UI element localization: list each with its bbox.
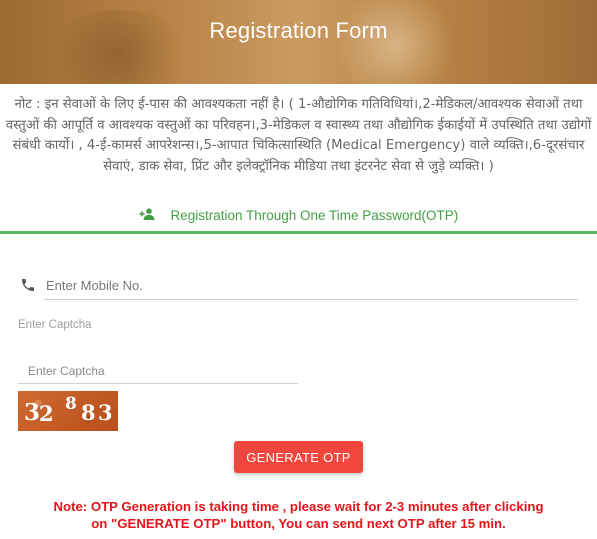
captcha-char: 3 [24, 399, 41, 426]
otp-warning-line: on "GENERATE OTP" button, You can send n… [91, 515, 506, 531]
tab-otp-registration[interactable]: Registration Through One Time Password(O… [0, 207, 597, 229]
otp-warning-line: Note: OTP Generation is taking time , pl… [53, 499, 544, 514]
mobile-number-input[interactable] [44, 272, 578, 300]
captcha-char: 8 [81, 400, 96, 425]
tab-divider [0, 231, 597, 234]
page-title: Registration Form [209, 18, 388, 43]
captcha-input[interactable] [18, 358, 298, 384]
captcha-char: 3 [98, 400, 113, 425]
header-banner: Registration Form [0, 0, 597, 84]
captcha-image: 3 2 8 8 3 [18, 391, 118, 431]
person-add-icon [139, 208, 155, 223]
phone-icon [20, 277, 36, 293]
generate-otp-button[interactable]: GENERATE OTP [234, 441, 363, 473]
captcha-char: 8 [65, 394, 77, 414]
services-note: नोट : इन सेवाओं के लिए ई-पास की आवश्यकता… [5, 97, 592, 174]
tab-otp-label: Registration Through One Time Password(O… [170, 207, 459, 223]
captcha-char: 2 [39, 401, 54, 426]
captcha-label: Enter Captcha [18, 319, 92, 331]
otp-warning-note: Note: OTP Generation is taking time , pl… [0, 499, 597, 532]
